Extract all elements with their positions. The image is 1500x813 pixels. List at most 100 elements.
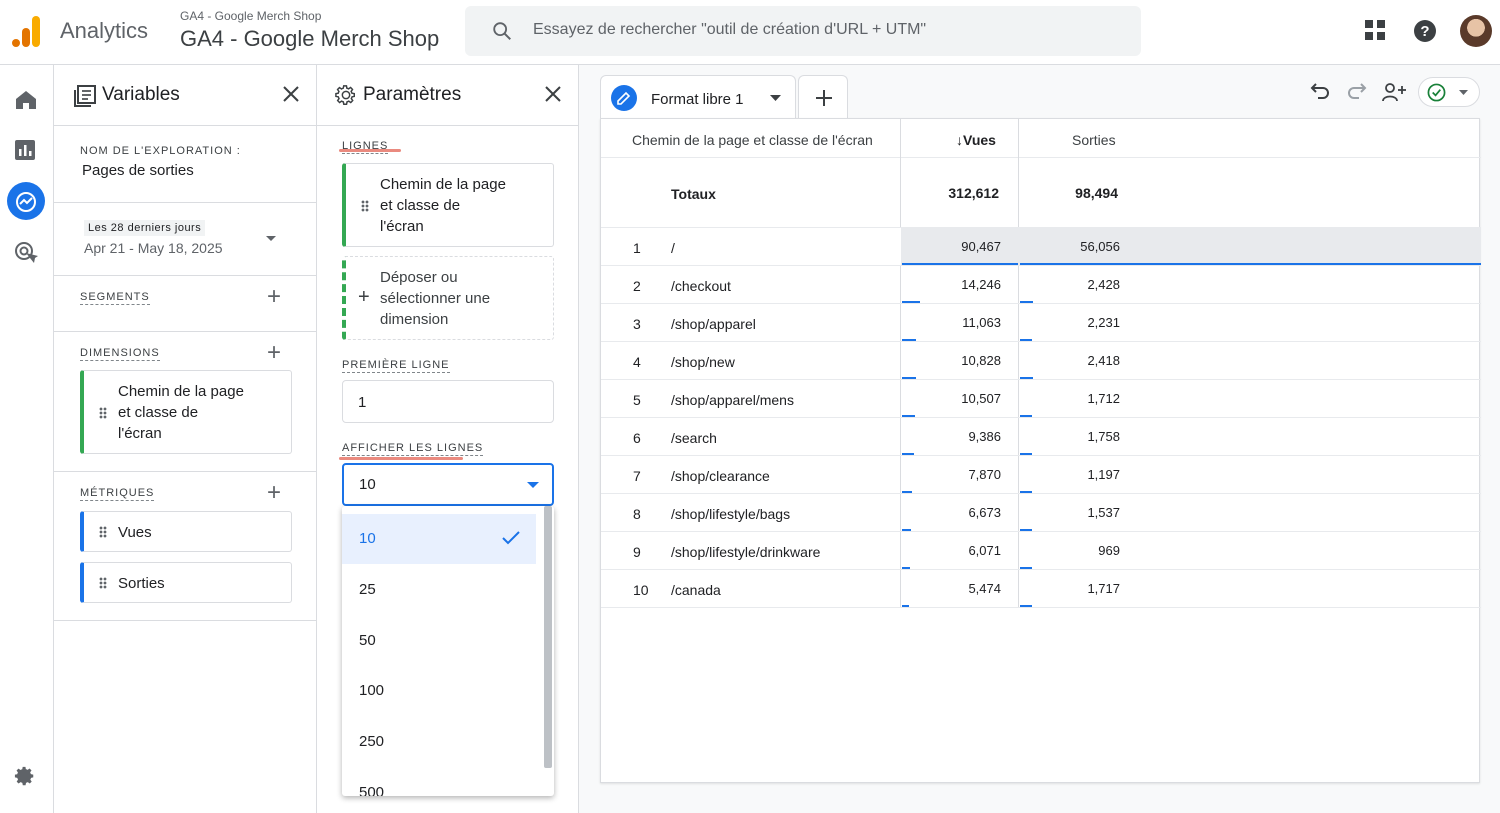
- add-dimension-icon[interactable]: +: [267, 341, 281, 365]
- table-row[interactable]: 8/shop/lifestyle/bags 6,673 1,537: [601, 494, 1481, 532]
- row-index: 10: [633, 582, 649, 598]
- show-rows-dropdown: 10 25 50 100 250 500: [342, 506, 554, 796]
- table-row[interactable]: 1 / 90,467 56,056: [601, 228, 1481, 266]
- option-500[interactable]: 500: [342, 768, 536, 796]
- analytics-logo-icon[interactable]: [12, 14, 40, 48]
- account-name[interactable]: GA4 - Google Merch Shop: [180, 9, 321, 23]
- exits-cell: 1,537: [1087, 505, 1120, 520]
- column-header-views[interactable]: ↓Vues: [956, 132, 996, 148]
- page-path-cell[interactable]: /shop/apparel/mens: [671, 392, 794, 408]
- user-avatar[interactable]: [1460, 15, 1492, 47]
- exits-cell: 1,717: [1087, 581, 1120, 596]
- row-index: 2: [633, 278, 641, 294]
- table-row[interactable]: 5/shop/apparel/mens 10,507 1,712: [601, 380, 1481, 418]
- table-row[interactable]: 9/shop/lifestyle/drinkware 6,071 969: [601, 532, 1481, 570]
- divider: [54, 331, 316, 332]
- page-path-cell[interactable]: /canada: [671, 582, 721, 598]
- help-icon[interactable]: ?: [1413, 19, 1437, 43]
- settings-panel: Paramètres LIGNES Chemin de la page et cl…: [317, 65, 579, 813]
- row-index: 6: [633, 430, 641, 446]
- table-row[interactable]: 2/checkout 14,246 2,428: [601, 266, 1481, 304]
- variables-title: Variables: [102, 84, 180, 105]
- page-path-cell[interactable]: /shop/lifestyle/drinkware: [671, 544, 820, 560]
- dimensions-label: DIMENSIONS: [80, 347, 160, 361]
- exploration-name-label: NOM DE L'EXPLORATION :: [80, 145, 241, 157]
- divider: [54, 471, 316, 472]
- option-250[interactable]: 250: [342, 717, 536, 767]
- tab-free-form[interactable]: Format libre 1: [600, 75, 796, 119]
- page-path-cell[interactable]: /: [671, 240, 675, 256]
- redo-icon[interactable]: [1347, 82, 1367, 100]
- add-tab-button[interactable]: [798, 75, 848, 119]
- drop-dimension-zone[interactable]: + Déposer ou sélectionner une dimension: [342, 256, 554, 340]
- add-segment-icon[interactable]: +: [267, 285, 281, 309]
- date-range-chip[interactable]: Les 28 derniers jours: [84, 220, 206, 236]
- divider: [54, 202, 316, 203]
- apps-grid-icon[interactable]: [1364, 19, 1386, 41]
- edit-pencil-icon[interactable]: [611, 85, 637, 111]
- option-10[interactable]: 10: [342, 514, 536, 564]
- metric-card-views[interactable]: Vues: [80, 511, 292, 552]
- exploration-name-input[interactable]: Pages de sorties: [82, 162, 194, 179]
- column-header-exits[interactable]: Sorties: [1072, 132, 1116, 148]
- views-cell: 6,673: [968, 505, 1001, 520]
- table-row[interactable]: 4/shop/new 10,828 2,418: [601, 342, 1481, 380]
- share-user-add-icon[interactable]: [1381, 82, 1407, 102]
- drag-handle-icon[interactable]: [99, 526, 107, 538]
- table-row[interactable]: 10/canada 5,474 1,717: [601, 570, 1481, 608]
- views-cell: 7,870: [968, 467, 1001, 482]
- close-icon[interactable]: [282, 85, 300, 103]
- option-100[interactable]: 100: [342, 666, 536, 716]
- variables-list-icon: [74, 85, 96, 107]
- dropdown-scrollbar[interactable]: [544, 506, 552, 768]
- drop-zone-text: Déposer ou sélectionner une dimension: [380, 269, 491, 328]
- dimension-card[interactable]: Chemin de la page et classe de l'écran: [80, 370, 292, 454]
- table-row[interactable]: 7/shop/clearance 7,870 1,197: [601, 456, 1481, 494]
- reports-icon[interactable]: [14, 139, 36, 161]
- first-row-input[interactable]: 1: [342, 380, 554, 423]
- option-50[interactable]: 50: [342, 616, 536, 666]
- show-rows-select[interactable]: 10: [342, 463, 554, 506]
- drag-handle-icon[interactable]: [361, 200, 369, 212]
- table-row[interactable]: 3/shop/apparel 11,063 2,231: [601, 304, 1481, 342]
- property-name[interactable]: GA4 - Google Merch Shop: [180, 26, 439, 52]
- home-icon[interactable]: [14, 89, 38, 111]
- settings-header: Paramètres: [317, 65, 578, 126]
- settings-title: Paramètres: [363, 84, 462, 105]
- undo-icon[interactable]: [1310, 82, 1330, 100]
- settings-gear-icon[interactable]: [14, 765, 36, 787]
- row-dimension-card[interactable]: Chemin de la page et classe de l'écran: [342, 163, 554, 247]
- views-cell: 11,063: [962, 315, 1001, 330]
- advertising-icon[interactable]: [14, 241, 38, 265]
- explore-icon: [16, 192, 36, 212]
- option-25[interactable]: 25: [342, 565, 536, 615]
- drag-handle-icon[interactable]: [99, 407, 107, 419]
- page-path-cell[interactable]: /shop/new: [671, 354, 735, 370]
- search-placeholder: Essayez de rechercher "outil de création…: [533, 21, 927, 38]
- column-header-page[interactable]: Chemin de la page et classe de l'écran: [632, 132, 873, 148]
- totals-exits: 98,494: [1075, 185, 1118, 201]
- plus-icon: [816, 90, 832, 106]
- totals-views: 312,612: [948, 185, 999, 201]
- date-range-text[interactable]: Apr 21 - May 18, 2025: [84, 240, 223, 256]
- page-path-cell[interactable]: /search: [671, 430, 717, 446]
- page-path-cell[interactable]: /shop/lifestyle/bags: [671, 506, 790, 522]
- metric-card-exits[interactable]: Sorties: [80, 562, 292, 603]
- status-menu-button[interactable]: [1418, 77, 1480, 107]
- table-row[interactable]: 6/search 9,386 1,758: [601, 418, 1481, 456]
- views-cell: 90,467: [961, 239, 1001, 254]
- page-path-cell[interactable]: /shop/apparel: [671, 316, 756, 332]
- dropdown-arrow-icon[interactable]: [266, 236, 276, 242]
- plus-icon: +: [358, 286, 370, 308]
- add-metric-icon[interactable]: +: [267, 481, 281, 505]
- chevron-down-icon[interactable]: [770, 95, 781, 101]
- search-bar[interactable]: Essayez de rechercher "outil de création…: [465, 6, 1141, 56]
- top-bar: Analytics GA4 - Google Merch Shop GA4 - …: [0, 0, 1500, 65]
- divider: [601, 157, 1481, 158]
- page-path-cell[interactable]: /checkout: [671, 278, 731, 294]
- drag-handle-icon[interactable]: [99, 577, 107, 589]
- divider: [601, 607, 1481, 608]
- close-icon[interactable]: [544, 85, 562, 103]
- page-path-cell[interactable]: /shop/clearance: [671, 468, 770, 484]
- show-rows-label: AFFICHER LES LIGNES: [342, 442, 484, 456]
